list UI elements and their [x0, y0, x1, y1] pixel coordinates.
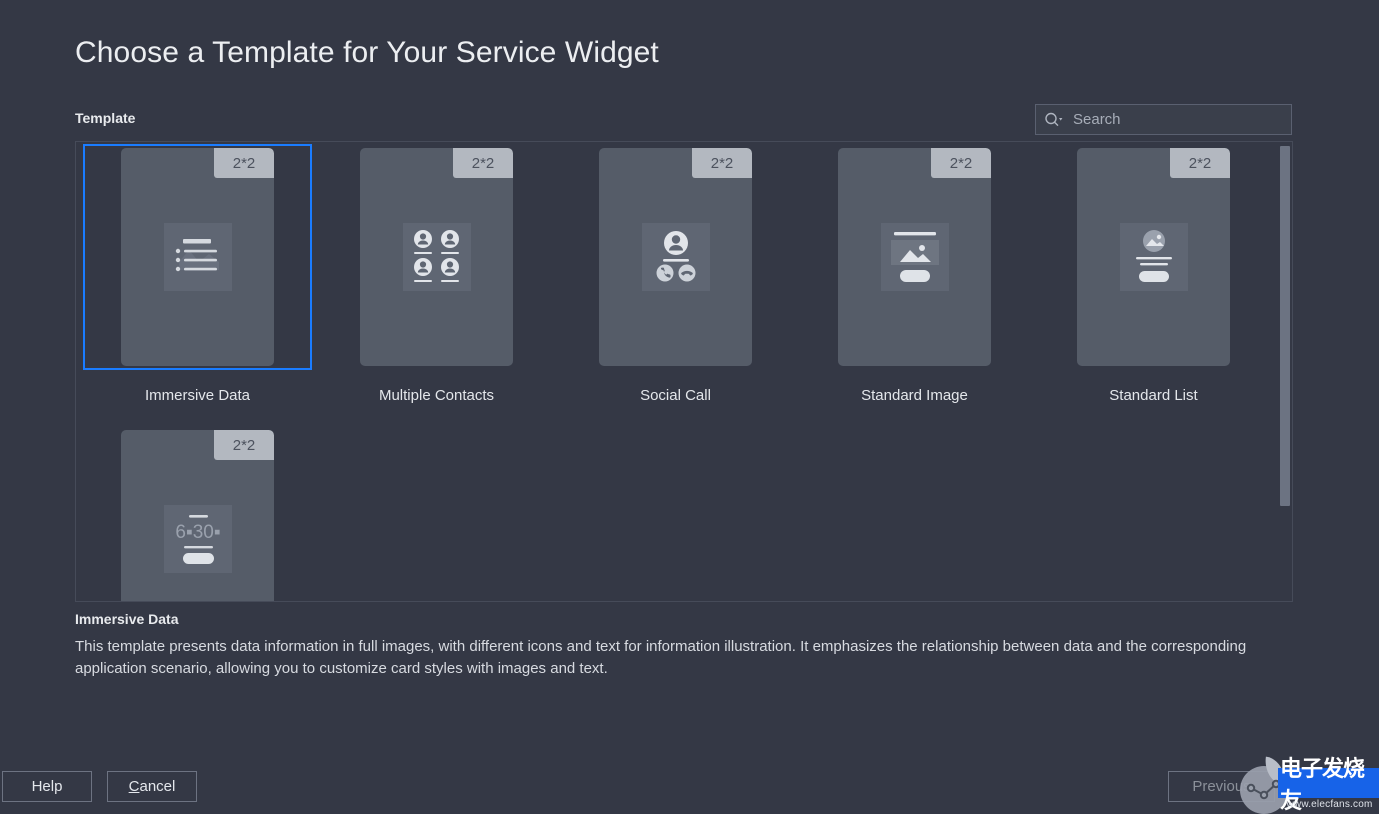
description-body: This template presents data information …	[75, 638, 1247, 677]
size-badge: 2*2	[453, 148, 513, 178]
template-thumb-frame: 2*2	[322, 144, 551, 370]
size-badge: 2*2	[214, 430, 274, 460]
time-number-icon: 6▪30▪	[163, 505, 232, 573]
template-card-time-data[interactable]: 2*2 6▪30▪	[78, 426, 317, 601]
template-list-panel: 2*2 Immersive Data 2*2 Multiple Contacts…	[75, 141, 1293, 602]
template-card-multiple-contacts[interactable]: 2*2 Multiple Contacts	[317, 144, 556, 426]
image-card-icon	[880, 223, 949, 291]
template-label: Social Call	[640, 387, 711, 404]
template-label: Immersive Data	[144, 387, 251, 404]
four-avatars-icon	[402, 223, 471, 291]
template-thumbnail: 2*2	[121, 148, 274, 366]
dialog-footer: Help Cancel Previous	[0, 769, 1379, 814]
circle-image-list-icon	[1119, 223, 1188, 291]
template-card-social-call[interactable]: 2*2 Social Call	[556, 144, 795, 426]
cancel-label-rest: ancel	[139, 778, 176, 795]
template-card-immersive-data[interactable]: 2*2 Immersive Data	[78, 144, 317, 426]
size-badge: 2*2	[931, 148, 991, 178]
template-list-scrollbar[interactable]	[1277, 143, 1291, 601]
cancel-mnemonic: C	[128, 778, 140, 795]
search-box[interactable]	[1035, 104, 1292, 135]
template-card-standard-list[interactable]: 2*2 Standard List	[1034, 144, 1273, 426]
cancel-button[interactable]: Cancel	[107, 771, 197, 802]
template-card-standard-image[interactable]: 2*2 Standard Image	[795, 144, 1034, 426]
template-thumb-frame: 2*2	[561, 144, 790, 370]
template-label: Multiple Contacts	[378, 387, 495, 404]
search-icon[interactable]	[1044, 112, 1063, 127]
template-thumbnail: 2*2	[599, 148, 752, 366]
template-thumbnail: 2*2	[1077, 148, 1230, 366]
scrollbar-thumb[interactable]	[1280, 146, 1290, 506]
avatar-call-icon	[641, 223, 710, 291]
template-thumbnail: 2*2	[838, 148, 991, 366]
template-thumbnail: 2*2	[360, 148, 513, 366]
page-title: Choose a Template for Your Service Widge…	[75, 36, 659, 69]
size-badge: 2*2	[1170, 148, 1230, 178]
size-badge: 2*2	[214, 148, 274, 178]
template-section-label: Template	[75, 110, 136, 126]
template-thumb-frame: 2*2	[1039, 144, 1268, 370]
template-thumb-frame: 2*2	[800, 144, 1029, 370]
template-chooser-dialog: Choose a Template for Your Service Widge…	[0, 0, 1379, 814]
template-thumb-frame: 2*2	[83, 144, 312, 370]
template-thumb-frame: 2*2 6▪30▪	[83, 426, 312, 601]
search-input[interactable]	[1073, 111, 1283, 128]
size-badge: 2*2	[692, 148, 752, 178]
template-label: Standard List	[1109, 387, 1198, 404]
svg-text:6▪30▪: 6▪30▪	[175, 522, 220, 543]
template-label: Standard Image	[861, 387, 968, 404]
help-button[interactable]: Help	[2, 771, 92, 802]
template-thumbnail: 2*2 6▪30▪	[121, 430, 274, 601]
list-with-image-icon	[163, 223, 232, 291]
description-title: Immersive Data	[75, 611, 179, 627]
previous-button[interactable]: Previous	[1168, 771, 1275, 802]
template-grid: 2*2 Immersive Data 2*2 Multiple Contacts…	[76, 142, 1276, 601]
